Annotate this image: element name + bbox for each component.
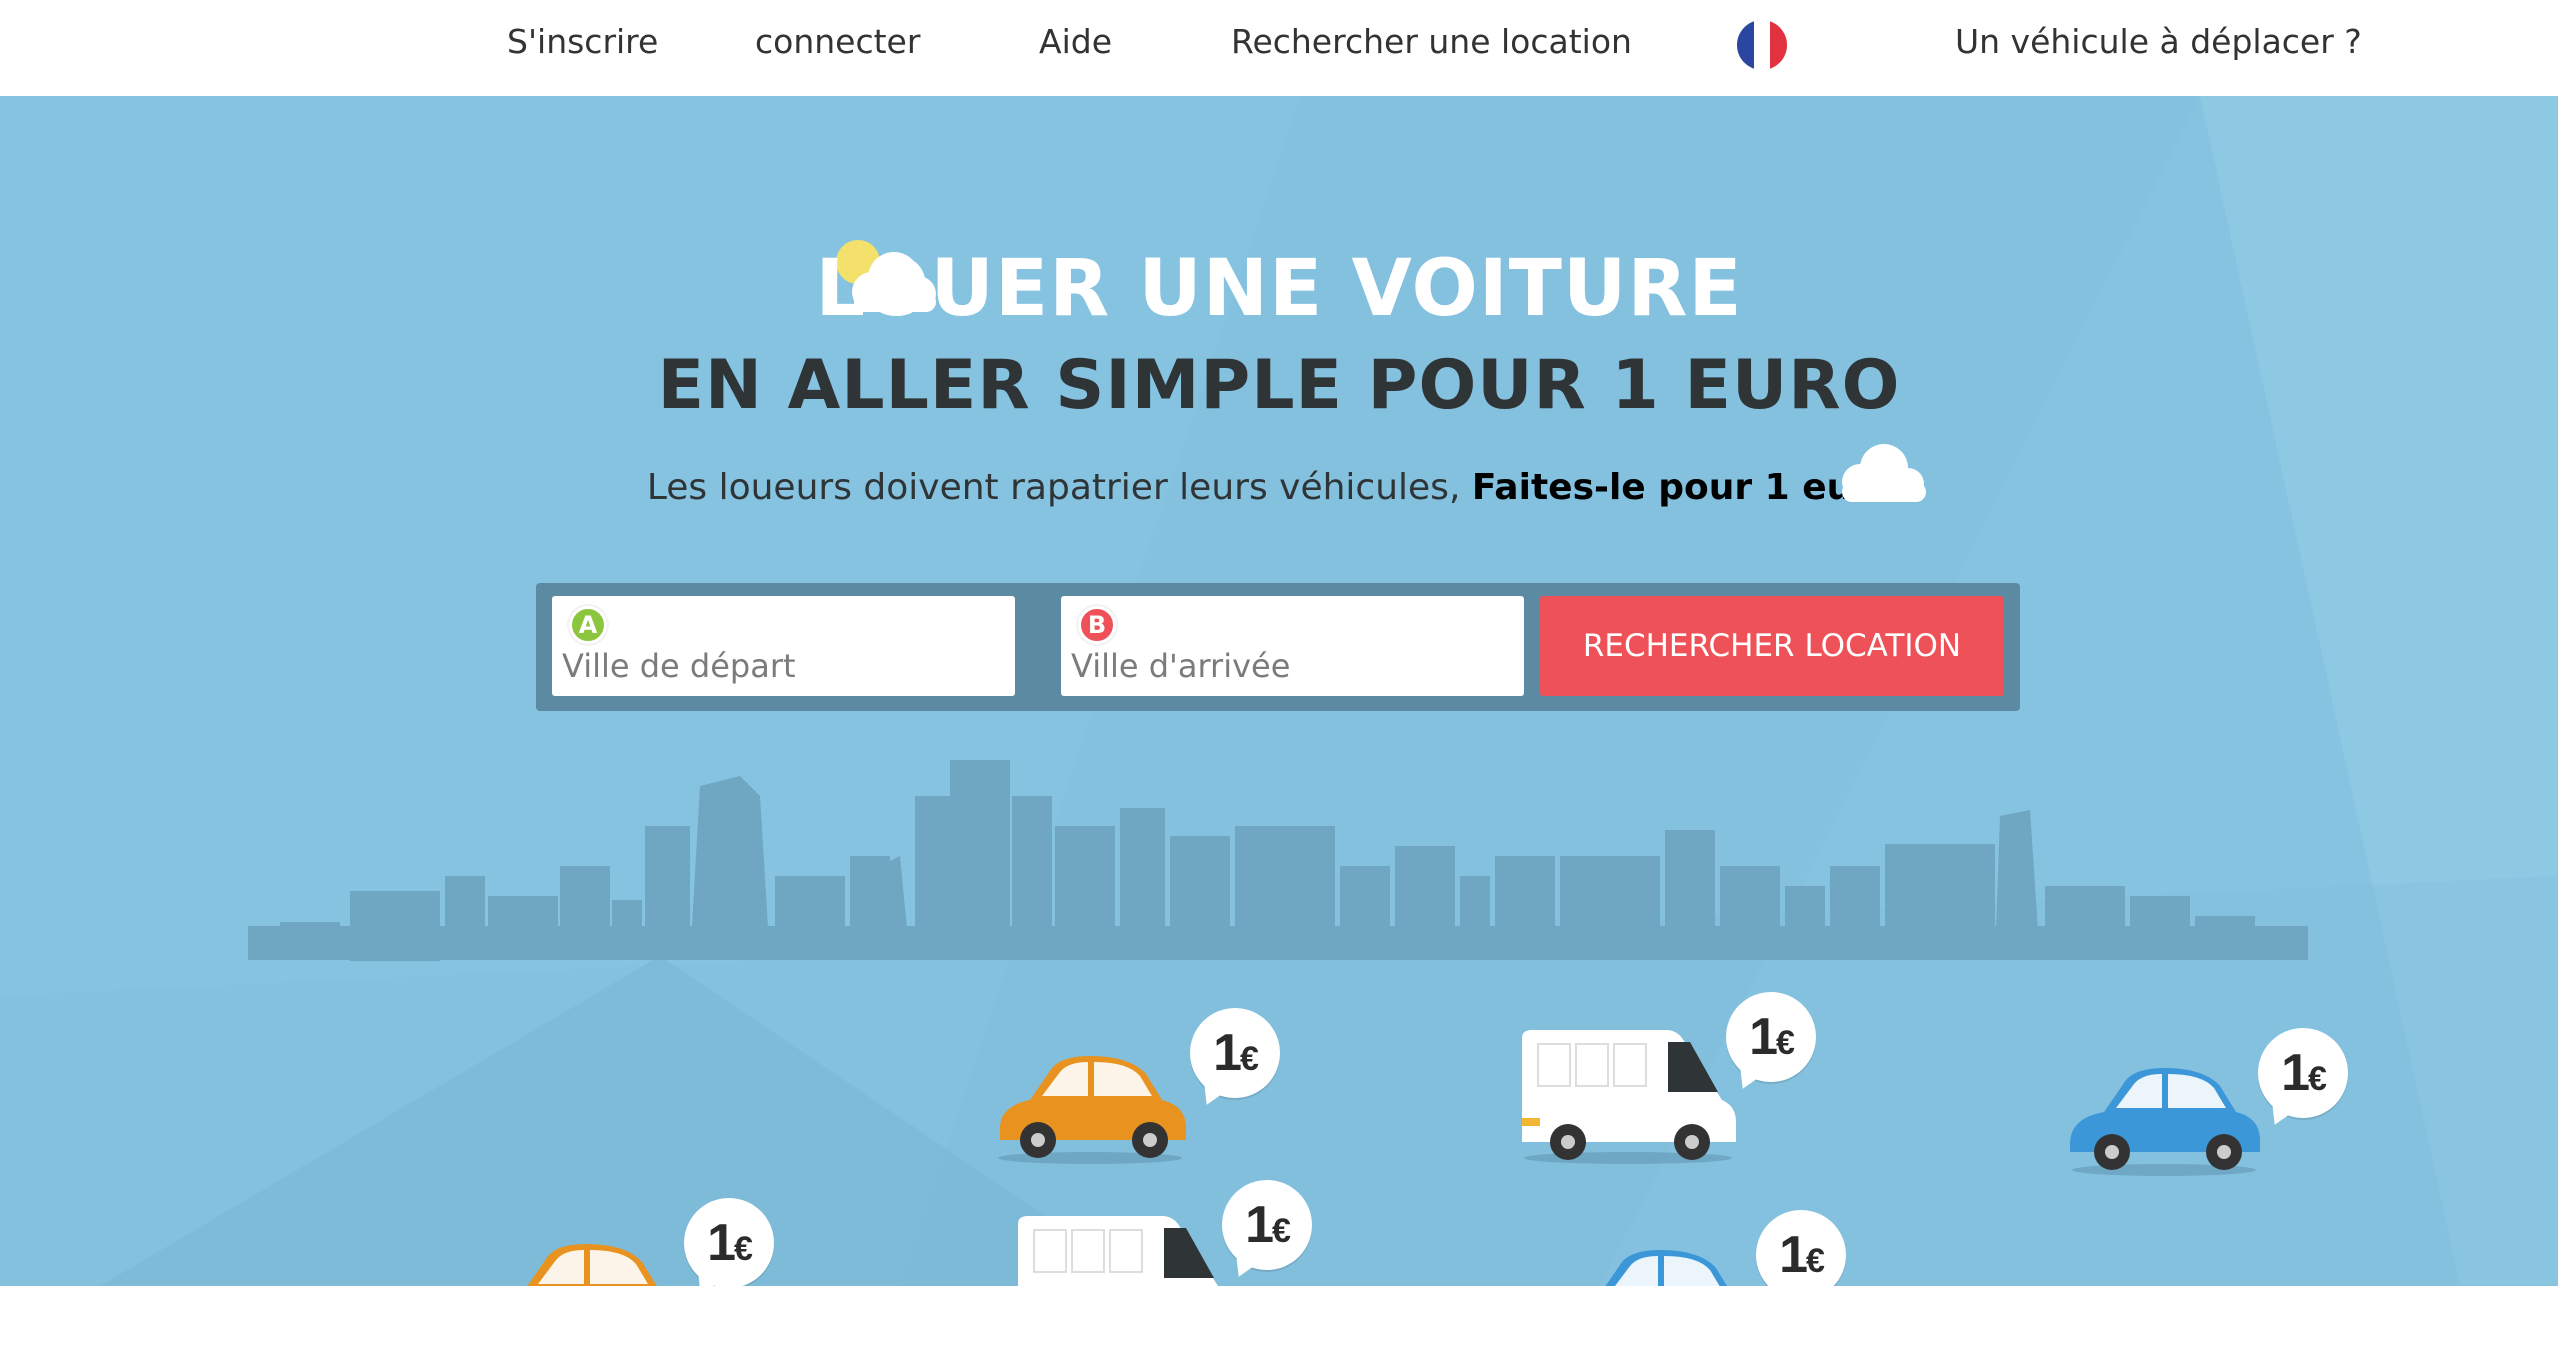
white-van-icon: [1018, 1216, 1218, 1286]
nav-search-rental-link[interactable]: Rechercher une location: [1231, 22, 1632, 61]
hero-section: LOUER UNE VOITURE EN ALLER SIMPLE POUR 1…: [0, 96, 2558, 1286]
price-value: 1: [1213, 1024, 1242, 1082]
departure-field[interactable]: A: [552, 596, 1015, 696]
marker-b-icon: B: [1078, 606, 1116, 644]
cloud-icon: [1842, 444, 1926, 502]
price-value: 1: [1779, 1226, 1808, 1284]
arrival-city-input[interactable]: [1071, 646, 1511, 686]
price-currency: €: [1806, 1242, 1825, 1280]
price-value: 1: [707, 1214, 736, 1272]
blue-car-icon: [2070, 1068, 2260, 1176]
fr-flag-icon[interactable]: [1737, 20, 1787, 70]
price-currency: €: [2308, 1060, 2327, 1098]
price-currency: €: [1272, 1212, 1291, 1250]
marker-a-icon: A: [569, 606, 607, 644]
hero-title-line1: LOUER UNE VOITURE: [815, 244, 1743, 334]
rental-search-form: A B RECHERCHER LOCATION: [536, 583, 2020, 711]
price-value: 1: [2281, 1044, 2310, 1102]
price-bubble: 1€: [1726, 992, 1816, 1082]
orange-car-icon: [527, 1244, 657, 1286]
search-rental-button[interactable]: RECHERCHER LOCATION: [1540, 596, 2004, 696]
nav-signup-link[interactable]: S'inscrire: [507, 22, 658, 61]
price-bubble: 1€: [1222, 1180, 1312, 1270]
orange-car-icon: [998, 1056, 1186, 1164]
price-bubble: 1€: [684, 1198, 774, 1286]
nav-login-link[interactable]: connecter: [755, 22, 920, 61]
price-value: 1: [1749, 1008, 1778, 1066]
nav-vehicle-to-move-link[interactable]: Un véhicule à déplacer ?: [1955, 22, 2362, 61]
bottom-strip: [0, 1286, 2558, 1350]
hero-subtitle: Les loueurs doivent rapatrier leurs véhi…: [0, 467, 2558, 508]
price-bubble: 1€: [2258, 1028, 2348, 1118]
departure-city-input[interactable]: [562, 646, 1002, 686]
price-currency: €: [734, 1230, 753, 1268]
price-bubble: 1€: [1190, 1008, 1280, 1098]
blue-car-icon: [1605, 1250, 1728, 1286]
white-van-icon: [1522, 1030, 1736, 1164]
nav-help-link[interactable]: Aide: [1039, 22, 1112, 61]
arrival-field[interactable]: B: [1061, 596, 1524, 696]
price-value: 1: [1245, 1196, 1274, 1254]
top-nav: S'inscrire connecter Aide Rechercher une…: [0, 0, 2558, 96]
hero-title-line2: EN ALLER SIMPLE POUR 1 EURO: [657, 346, 1901, 425]
price-currency: €: [1240, 1040, 1259, 1078]
price-currency: €: [1776, 1024, 1795, 1062]
subtitle-text: Les loueurs doivent rapatrier leurs véhi…: [646, 467, 1472, 508]
